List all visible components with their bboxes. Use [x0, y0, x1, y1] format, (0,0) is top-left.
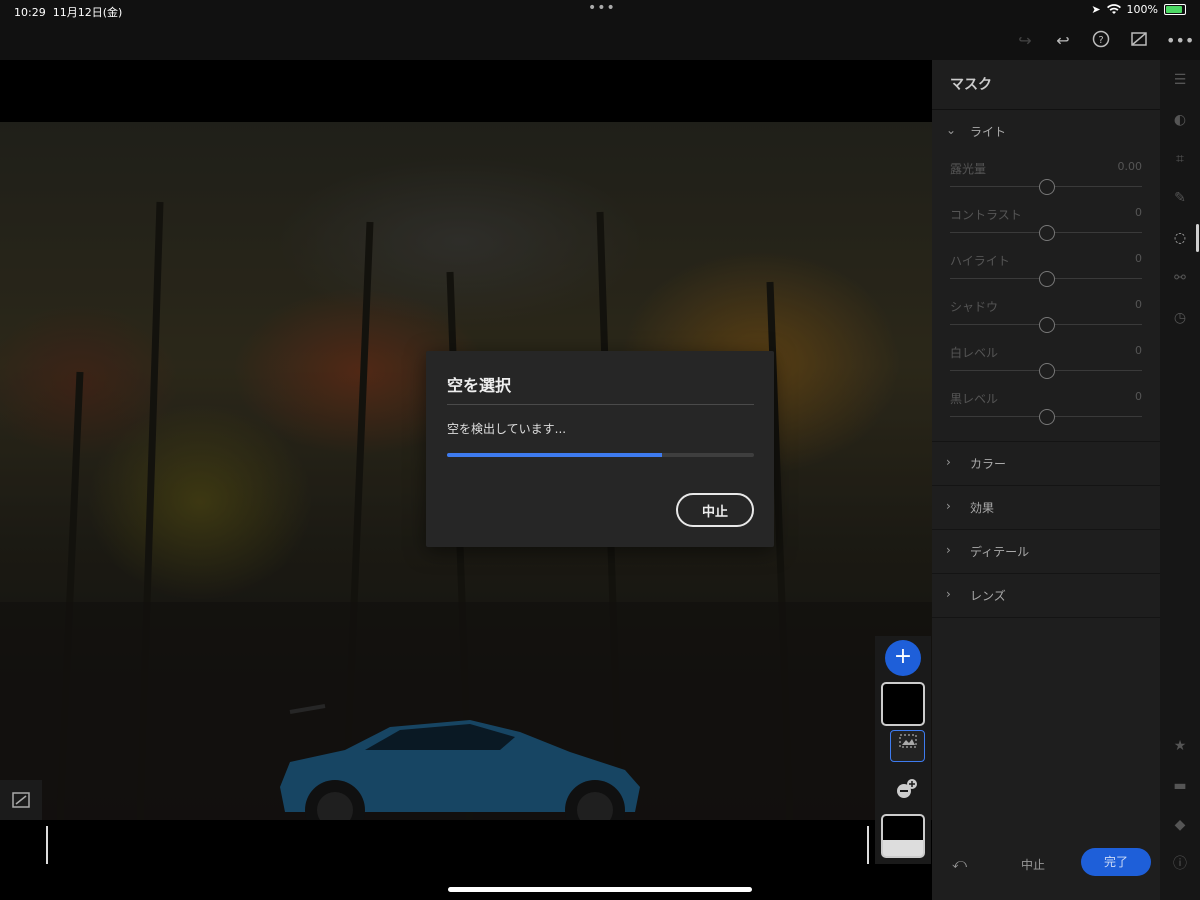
chevron-right-icon: › [946, 543, 951, 557]
dialog-message: 空を検出しています... [447, 422, 567, 436]
filmstrip-right-marker [867, 826, 869, 864]
tag-icon[interactable]: ◆ [1170, 815, 1190, 835]
versions-icon[interactable]: ⚯ [1170, 268, 1190, 288]
sky-mask-thumbnail[interactable] [881, 814, 925, 858]
section-header[interactable]: › レンズ [932, 574, 1160, 618]
mask-thumbnail[interactable] [881, 682, 925, 726]
slider-value[interactable]: 0 [1135, 206, 1142, 219]
right-tool-rail: ☰ ◐ ⌗ ✎ ◌ ⚯ ◷ ★ ▬ ◆ ⓘ [1160, 60, 1200, 900]
section-header[interactable]: › 効果 [932, 486, 1160, 530]
reset-icon[interactable]: ⤺ [952, 856, 967, 872]
slider-label: 露光量 [950, 162, 987, 176]
crop-icon[interactable]: ⌗ [1170, 149, 1190, 169]
star-icon[interactable]: ★ [1170, 736, 1190, 756]
help-icon[interactable]: ? [1090, 30, 1112, 52]
section-light-header[interactable]: ⌄ ライト [932, 110, 1160, 154]
panel-header: マスク [932, 60, 1160, 110]
redo-icon[interactable]: ↪ [1014, 30, 1036, 52]
slider-row: 黒レベル 0 [932, 390, 1160, 436]
edit-sliders-icon[interactable]: ☰ [1170, 70, 1190, 90]
slider-label: シャドウ [950, 300, 999, 314]
status-time: 10:29 11月12日(金) [14, 6, 123, 19]
subtract-mask-icon[interactable] [895, 778, 919, 802]
active-tool-indicator [1196, 224, 1199, 252]
slider-value[interactable]: 0.00 [1118, 160, 1143, 173]
battery-percent: 100% [1126, 3, 1158, 16]
sky-mask-component-icon[interactable] [890, 730, 925, 762]
done-button[interactable]: 完了 [1081, 848, 1151, 876]
slider-value[interactable]: 0 [1135, 390, 1142, 403]
info-icon[interactable]: ⓘ [1170, 854, 1190, 874]
chevron-right-icon: › [946, 455, 951, 469]
section-label: ディテール [970, 545, 1030, 559]
progress-bar [447, 453, 754, 457]
history-icon[interactable]: ◷ [1170, 308, 1190, 328]
slider-label: 白レベル [950, 346, 999, 360]
slider-row: コントラスト 0 [932, 206, 1160, 252]
masking-icon[interactable]: ◌ [1170, 228, 1190, 248]
slider-label: コントラスト [950, 208, 1022, 222]
slider-knob[interactable] [1039, 409, 1055, 425]
dialog-cancel-button[interactable]: 中止 [676, 493, 754, 527]
add-mask-button[interactable]: + [885, 640, 921, 676]
section-header[interactable]: › ディテール [932, 530, 1160, 574]
slider-knob[interactable] [1039, 363, 1055, 379]
undo-icon[interactable]: ↩ [1052, 30, 1074, 52]
status-indicators: ➤ 100% [1091, 3, 1186, 16]
slider-value[interactable]: 0 [1135, 298, 1142, 311]
slider-row: ハイライト 0 [932, 252, 1160, 298]
more-icon[interactable]: ••• [1166, 30, 1194, 52]
mask-edit-panel: マスク ⌄ ライト 露光量 0.00 コントラスト 0 ハイライト 0 シャドウ 0 白レベル 0… [932, 60, 1160, 900]
dialog-title: 空を選択 [447, 376, 512, 395]
progress-fill [447, 453, 662, 457]
mask-overlay-icon[interactable] [10, 792, 32, 814]
mask-list: + [875, 636, 931, 864]
footer-cancel-button[interactable]: 中止 [1021, 856, 1045, 873]
wifi-icon [1106, 4, 1121, 15]
section-label: 効果 [970, 501, 995, 515]
slider-knob[interactable] [1039, 179, 1055, 195]
section-label: レンズ [970, 589, 1006, 603]
multitasking-dots[interactable]: ••• [588, 0, 616, 16]
home-indicator[interactable] [448, 887, 752, 892]
slider-value[interactable]: 0 [1135, 252, 1142, 265]
battery-icon [1164, 4, 1186, 15]
section-label: カラー [970, 457, 1007, 471]
presets-icon[interactable]: ◐ [1170, 110, 1190, 130]
chevron-down-icon: ⌄ [946, 123, 957, 137]
panel-footer: ⤺ 中止 完了 [932, 848, 1160, 884]
section-label: ライト [970, 125, 1007, 139]
slider-label: 黒レベル [950, 392, 999, 406]
light-section: ⌄ ライト 露光量 0.00 コントラスト 0 ハイライト 0 シャドウ 0 白レベル 0 黒レベル… [932, 110, 1160, 442]
filmstrip-left-marker [46, 826, 48, 864]
compare-icon[interactable] [1128, 30, 1150, 52]
slider-knob[interactable] [1039, 225, 1055, 241]
select-sky-dialog: 空を選択 空を検出しています... 中止 [426, 351, 774, 547]
dialog-divider [447, 404, 754, 405]
slider-knob[interactable] [1039, 271, 1055, 287]
slider-row: 白レベル 0 [932, 344, 1160, 390]
slider-value[interactable]: 0 [1135, 344, 1142, 357]
top-toolbar: ↪ ↩ ? ••• [0, 22, 1200, 60]
healing-brush-icon[interactable]: ✎ [1170, 188, 1190, 208]
comment-icon[interactable]: ▬ [1170, 776, 1190, 796]
slider-row: シャドウ 0 [932, 298, 1160, 344]
slider-label: ハイライト [950, 254, 1010, 268]
slider-row: 露光量 0.00 [932, 160, 1160, 206]
location-icon: ➤ [1091, 3, 1101, 16]
slider-knob[interactable] [1039, 317, 1055, 333]
panel-title: マスク [950, 77, 992, 93]
svg-text:?: ? [1098, 35, 1103, 46]
section-header[interactable]: › カラー [932, 442, 1160, 486]
chevron-right-icon: › [946, 499, 951, 513]
chevron-right-icon: › [946, 587, 951, 601]
status-bar: 10:29 11月12日(金) ••• ➤ 100% [0, 0, 1200, 22]
